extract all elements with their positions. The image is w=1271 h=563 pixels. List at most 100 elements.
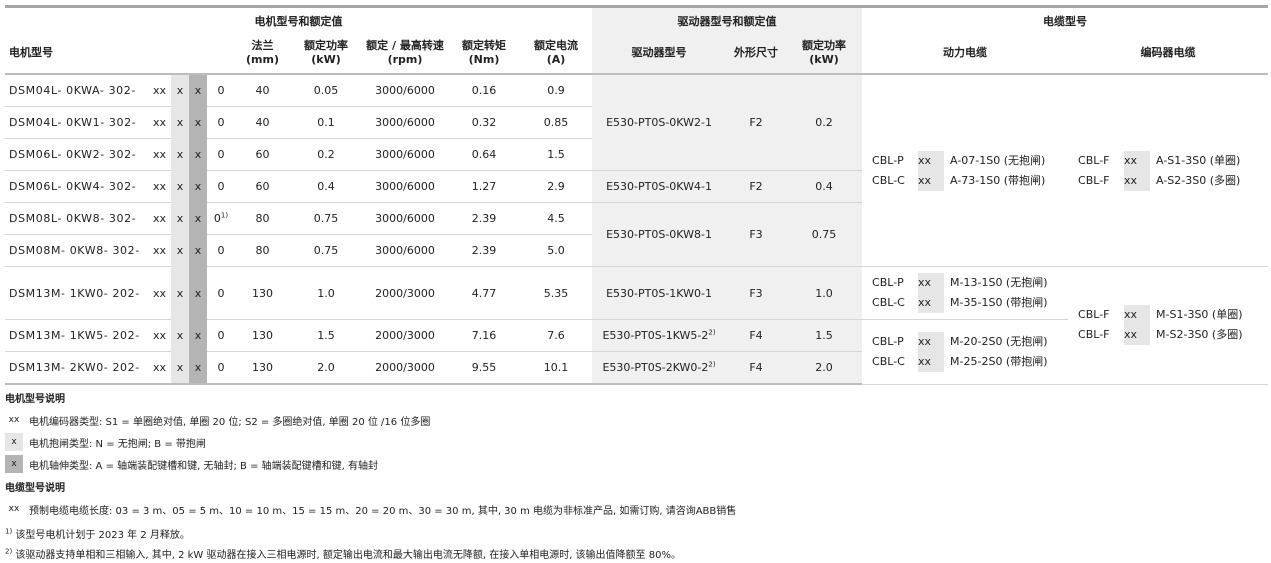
flange-value: 40 bbox=[235, 74, 290, 107]
torque-value: 2.39 bbox=[448, 202, 520, 235]
flange-value: 130 bbox=[235, 351, 290, 385]
shaft-code: x bbox=[189, 202, 207, 235]
encoder-code: xx bbox=[148, 351, 171, 385]
power-cable-group-b: CBL-P xx M-13-1S0 (无抱闸) CBL-C xx M-35-1S0 (带… bbox=[862, 266, 1069, 320]
torque-value: 4.77 bbox=[448, 266, 520, 320]
power-cable-group-a: CBL-P xx A-07-1S0 (无抱闸) CBL-C xx A-73-1S0 (带… bbox=[862, 74, 1069, 267]
flange-value: 130 bbox=[235, 319, 290, 352]
note-text: 电机抱闸类型: N = 无抱闸; B = 带抱闸 bbox=[29, 438, 206, 450]
current-value: 2.9 bbox=[520, 170, 593, 203]
group-cable: 电缆型号 bbox=[1043, 14, 1088, 28]
col-current: 额定电流 (A) bbox=[520, 33, 593, 75]
motor-model: DSM13M- 1KW5- 202- bbox=[5, 319, 148, 352]
col-flange: 法兰 (mm) bbox=[235, 33, 290, 75]
drive-frame: F3 bbox=[726, 266, 787, 320]
group-drive: 驱动器型号和额定值 bbox=[592, 8, 863, 33]
cable-line: CBL-F xx M-S2-3S0 (多圈) bbox=[1068, 325, 1268, 346]
note-item: xx 预制电缆电缆长度: 03 = 3 m、05 = 5 m、10 = 10 m… bbox=[5, 500, 1268, 518]
flange-value: 60 bbox=[235, 138, 290, 171]
motor-model: DSM13M- 1KW0- 202- bbox=[5, 266, 148, 320]
drive-frame: F2 bbox=[726, 170, 787, 203]
power-value: 2.0 bbox=[290, 351, 362, 385]
power-value: 0.05 bbox=[290, 74, 362, 107]
note-text: 预制电缆电缆长度: 03 = 3 m、05 = 5 m、10 = 10 m、15… bbox=[29, 505, 737, 517]
footnote-marker: 2) bbox=[708, 360, 716, 369]
note-item: x 电机轴伸类型: A = 轴端装配键槽和键, 无轴封; B = 轴端装配键槽和… bbox=[5, 455, 1268, 473]
shaft-code: x bbox=[189, 234, 207, 267]
brake-code: x bbox=[171, 138, 189, 171]
code-tag: xx bbox=[5, 500, 23, 518]
power-value: 0.1 bbox=[290, 106, 362, 139]
speed-value: 3000/6000 bbox=[362, 170, 448, 203]
torque-value: 0.16 bbox=[448, 74, 520, 107]
shaft-code: x bbox=[189, 266, 207, 320]
suffix: 0 bbox=[207, 106, 235, 139]
power-value: 0.2 bbox=[290, 138, 362, 171]
encoder-code: xx bbox=[148, 234, 171, 267]
motor-model: DSM04L- 0KW1- 302- bbox=[5, 106, 148, 139]
col-drive-model: 驱动器型号 bbox=[592, 33, 727, 75]
group-header-row: 电机型号和额定值 驱动器型号和额定值 电缆型号 bbox=[5, 8, 1268, 33]
brake-code: x bbox=[171, 351, 189, 385]
speed-value: 3000/6000 bbox=[362, 138, 448, 171]
cable-line: CBL-F xx A-S1-3S0 (单圈) bbox=[1068, 150, 1268, 171]
shaft-code: x bbox=[189, 319, 207, 352]
drive-power: 1.5 bbox=[786, 319, 863, 352]
cable-notes-title: 电缆型号说明 bbox=[5, 483, 65, 494]
brake-code: x bbox=[171, 319, 189, 352]
cable-line: CBL-C xx M-35-1S0 (带抱闸) bbox=[862, 293, 1068, 313]
encoder-code: xx bbox=[148, 266, 171, 320]
shaft-code: x bbox=[189, 138, 207, 171]
suffix: 0 bbox=[207, 234, 235, 267]
encoder-cable-group-b: CBL-F xx M-S1-3S0 (单圈) CBL-F xx M-S2-3S0 (多圈… bbox=[1068, 266, 1269, 385]
power-cable-group-c: CBL-P xx M-20-2S0 (无抱闸) CBL-C xx M-25-2S0 (带… bbox=[862, 319, 1069, 385]
encoder-code: xx bbox=[148, 74, 171, 107]
cable-line: CBL-F xx M-S1-3S0 (单圈) bbox=[1068, 305, 1268, 326]
footnote-1: 1) 该型号电机计划于 2023 年 2 月释放。 bbox=[5, 527, 190, 541]
suffix: 0 bbox=[207, 351, 235, 385]
drive-model: E530-PT0S-2KW0-22) bbox=[592, 351, 727, 385]
col-speed: 额定 / 最高转速 (rpm) bbox=[362, 33, 448, 75]
flange-value: 40 bbox=[235, 106, 290, 139]
suffix: 01) bbox=[207, 202, 235, 235]
shaft-code: x bbox=[189, 106, 207, 139]
table-row: DSM04L- 0KWA- 302- xx x x 0 40 0.05 3000… bbox=[5, 74, 1269, 267]
encoder-code: xx bbox=[148, 138, 171, 171]
current-value: 0.9 bbox=[520, 74, 593, 107]
drive-model: E530-PT0S-0KW2-1 bbox=[592, 74, 727, 171]
drive-power: 2.0 bbox=[786, 351, 863, 385]
note-text: 电机轴伸类型: A = 轴端装配键槽和键, 无轴封; B = 轴端装配键槽和键,… bbox=[29, 460, 378, 472]
col-torque: 额定转矩 (Nm) bbox=[448, 33, 520, 75]
table-row: DSM13M- 1KW0- 202- xx x x 0 130 1.0 2000… bbox=[5, 266, 1269, 385]
current-value: 10.1 bbox=[520, 351, 593, 385]
torque-value: 1.27 bbox=[448, 170, 520, 203]
speed-value: 3000/6000 bbox=[362, 106, 448, 139]
cable-line: CBL-P xx M-13-1S0 (无抱闸) bbox=[862, 273, 1068, 293]
torque-value: 0.64 bbox=[448, 138, 520, 171]
power-value: 1.0 bbox=[290, 266, 362, 320]
col-motor-model: 电机型号 bbox=[5, 33, 235, 75]
torque-value: 7.16 bbox=[448, 319, 520, 352]
footnote-marker: 1) bbox=[220, 211, 229, 220]
drive-model: E530-PT0S-1KW0-1 bbox=[592, 266, 727, 320]
power-value: 0.75 bbox=[290, 202, 362, 235]
suffix: 0 bbox=[207, 319, 235, 352]
column-header-row: 电机型号 法兰 (mm) 额定功率 (kW) 额定 / 最高转速 (rpm) 额定转矩… bbox=[5, 33, 1269, 75]
drive-model: E530-PT0S-0KW8-1 bbox=[592, 202, 727, 267]
encoder-code: xx bbox=[148, 319, 171, 352]
cable-line: CBL-C xx A-73-1S0 (带抱闸) bbox=[862, 170, 1068, 191]
current-value: 1.5 bbox=[520, 138, 593, 171]
drive-frame: F4 bbox=[726, 351, 787, 385]
torque-value: 9.55 bbox=[448, 351, 520, 385]
suffix: 0 bbox=[207, 266, 235, 320]
motor-model: DSM08M- 0KW8- 302- bbox=[5, 234, 148, 267]
power-value: 0.75 bbox=[290, 234, 362, 267]
note-item: xx 电机编码器类型: S1 = 单圈绝对值, 单圈 20 位; S2 = 多圈… bbox=[5, 411, 1268, 429]
current-value: 5.35 bbox=[520, 266, 593, 320]
brake-code: x bbox=[171, 202, 189, 235]
current-value: 4.5 bbox=[520, 202, 593, 235]
motor-model: DSM06L- 0KW2- 302- bbox=[5, 138, 148, 171]
drive-model: E530-PT0S-1KW5-22) bbox=[592, 319, 727, 352]
code-tag: x bbox=[5, 455, 23, 473]
shaft-code: x bbox=[189, 170, 207, 203]
